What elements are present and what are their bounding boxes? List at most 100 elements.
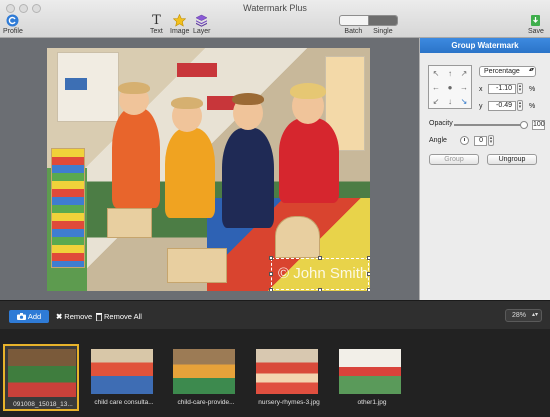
zoom-select[interactable]: 28% ▴▾ [505, 309, 542, 322]
preview-photo[interactable]: © John Smith [47, 48, 370, 291]
bottom-toolbar: Add ✖ Remove Remove All 28% ▴▾ [0, 300, 550, 329]
angle-stepper[interactable]: ▴ ▾ [488, 135, 494, 146]
remove-button[interactable]: ✖ Remove [52, 310, 96, 323]
panel-title: Group Watermark [420, 38, 550, 53]
single-label: Single [373, 28, 393, 35]
thumbnail-caption: child-care-provide... [177, 399, 235, 406]
x-label: x [479, 86, 483, 93]
arrow-left-icon[interactable]: ← [429, 80, 443, 94]
save-button[interactable]: Save [528, 14, 544, 35]
thumbnail-caption: other1.jpg [357, 399, 387, 406]
watermark-selection[interactable]: © John Smith [269, 256, 370, 291]
layer-icon [195, 14, 208, 27]
thumbnail-item[interactable]: other1.jpg [334, 344, 410, 411]
group-button[interactable]: Group [429, 154, 479, 165]
profile-label: Profile [3, 28, 23, 35]
text-tool-label: Text [150, 28, 163, 35]
resize-handle[interactable] [318, 288, 322, 291]
center-dot-icon[interactable]: ● [443, 80, 457, 94]
arrow-up-icon[interactable]: ↑ [443, 66, 457, 80]
single-segment[interactable] [369, 16, 397, 25]
angle-dial[interactable] [460, 136, 469, 145]
profile-button[interactable]: Profile [3, 14, 23, 35]
thumbnail-image [339, 349, 401, 394]
mode-labels: Batch Single [339, 28, 398, 35]
angle-field[interactable]: 0 [474, 136, 487, 146]
remove-label: Remove [64, 312, 93, 321]
resize-handle[interactable] [367, 272, 370, 276]
profile-icon [6, 14, 19, 27]
thumbnail-strip: 091008_15018_13... child care consulta..… [0, 329, 550, 417]
zoom-chevron-icon: ▴▾ [531, 312, 538, 318]
watermark-text[interactable]: © John Smith [278, 265, 368, 282]
text-tool-button[interactable]: T Text [150, 14, 163, 35]
layer-tool-button[interactable]: Layer [193, 14, 211, 35]
toolbar: Watermark Plus Profile T Text Image Laye… [0, 0, 550, 38]
save-label: Save [528, 28, 544, 35]
thumbnail-item[interactable]: nursery-rhymes-3.jpg [251, 344, 327, 411]
child-figure [112, 108, 160, 208]
trash-icon [96, 312, 102, 321]
image-tool-button[interactable]: Image [170, 14, 189, 35]
y-label: y [479, 103, 483, 110]
add-label: Add [27, 312, 42, 321]
arrow-right-icon[interactable]: → [457, 80, 471, 94]
remove-all-label: Remove All [104, 312, 142, 321]
inspector-panel: Group Watermark ↖ ↑ ↗ ← ● → ↙ ↓ ↘ Percen… [419, 38, 550, 300]
child-hair [118, 82, 150, 94]
child-hair [290, 83, 326, 99]
x-offset-stepper[interactable]: ▴ ▾ [517, 83, 523, 94]
angle-label: Angle [429, 137, 447, 144]
thumbnail-item[interactable]: child care consulta... [86, 344, 162, 411]
zoom-value: 28% [512, 312, 527, 319]
y-offset-stepper[interactable]: ▴ ▾ [517, 100, 523, 111]
x-offset-field[interactable]: -1.10 [488, 84, 516, 94]
thumbnail-caption: 091008_15018_13... [13, 401, 73, 408]
child-figure [165, 128, 215, 218]
resize-handle[interactable] [318, 256, 322, 260]
resize-handle[interactable] [269, 256, 273, 260]
opacity-field[interactable]: 100 [532, 120, 545, 130]
y-offset-field[interactable]: -0.49 [488, 101, 516, 111]
batch-segment[interactable] [340, 16, 369, 25]
child-figure [222, 128, 274, 228]
arrow-down-right-icon[interactable]: ↘ [457, 94, 471, 108]
block-decoration [167, 248, 227, 283]
thumbnail-caption: child care consulta... [94, 399, 154, 406]
batch-label: Batch [344, 28, 363, 35]
thumbnail-caption: nursery-rhymes-3.jpg [258, 399, 320, 406]
resize-handle[interactable] [269, 272, 273, 276]
block-decoration [275, 216, 320, 258]
opacity-slider[interactable] [454, 121, 528, 129]
arrow-up-left-icon[interactable]: ↖ [429, 66, 443, 80]
arrow-down-left-icon[interactable]: ↙ [429, 94, 443, 108]
batch-single-toggle[interactable] [339, 15, 398, 26]
x-unit: % [529, 86, 536, 93]
thumbnail-image [173, 349, 235, 394]
position-grid[interactable]: ↖ ↑ ↗ ← ● → ↙ ↓ ↘ [428, 65, 472, 109]
unit-select[interactable]: Percentage [479, 66, 536, 77]
resize-handle[interactable] [367, 288, 370, 291]
opacity-slider-knob[interactable] [520, 121, 528, 129]
thumbnail-item[interactable]: 091008_15018_13... [3, 344, 79, 411]
resize-handle[interactable] [269, 288, 273, 291]
remove-icon: ✖ [56, 312, 63, 321]
resize-handle[interactable] [367, 256, 370, 260]
save-icon [531, 15, 541, 26]
toy-tower-decoration [51, 148, 85, 268]
image-tool-label: Image [170, 28, 190, 35]
thumbnail-image [91, 349, 153, 394]
child-hair [232, 93, 264, 105]
add-button[interactable]: Add [9, 310, 49, 323]
layer-tool-label: Layer [193, 28, 211, 35]
bin-decoration [65, 78, 87, 90]
y-unit: % [529, 103, 536, 110]
remove-all-button[interactable]: Remove All [92, 310, 146, 323]
window-title: Watermark Plus [243, 3, 307, 13]
block-decoration [107, 208, 152, 238]
ungroup-button[interactable]: Ungroup [487, 154, 537, 165]
arrow-down-icon[interactable]: ↓ [443, 94, 457, 108]
thumbnail-item[interactable]: child-care-provide... [168, 344, 244, 411]
arrow-up-right-icon[interactable]: ↗ [457, 66, 471, 80]
thumbnail-image [8, 349, 76, 397]
